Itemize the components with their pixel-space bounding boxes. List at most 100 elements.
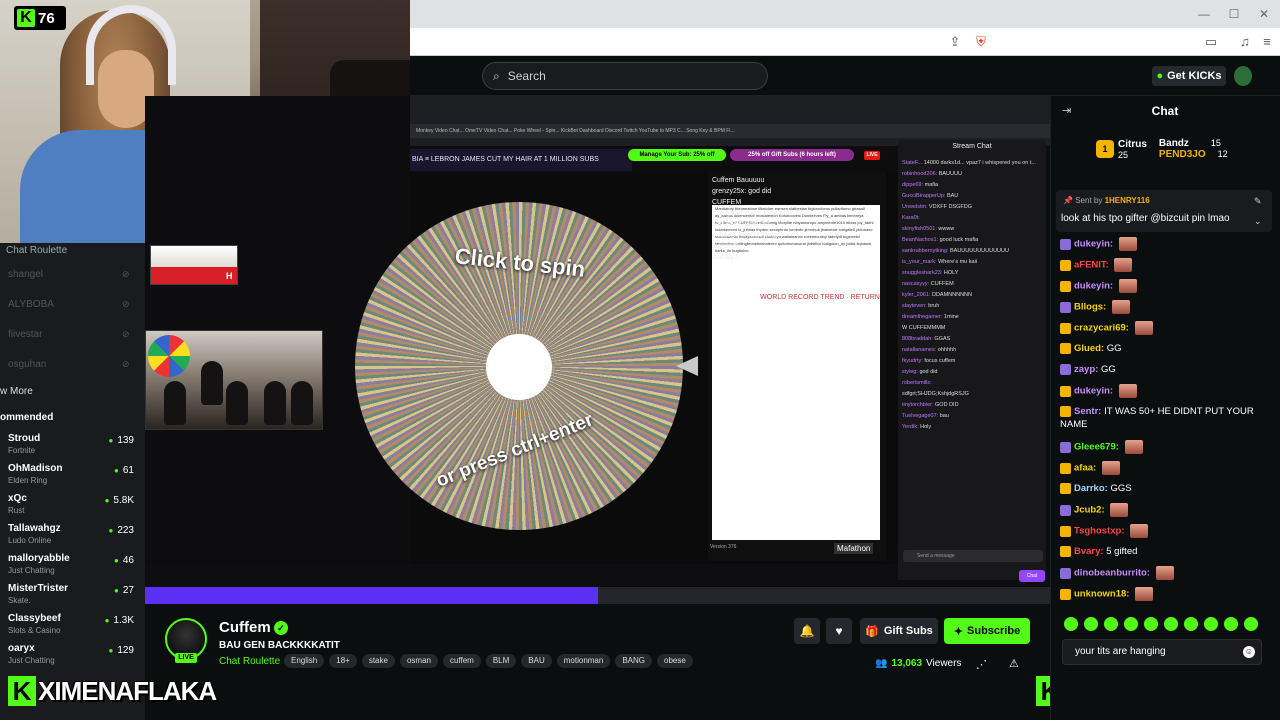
chat-username[interactable]: dukeyin: bbox=[1074, 239, 1116, 250]
get-kicks-button[interactable]: ● Get KICKs bbox=[1152, 66, 1226, 86]
inner-send-message: Send a message bbox=[903, 550, 1043, 562]
leader-first: Citrus 25 bbox=[1118, 139, 1147, 160]
chat-username[interactable]: aFENIT: bbox=[1074, 260, 1111, 271]
report-icon[interactable]: ⚠ bbox=[1009, 657, 1019, 670]
chat-username[interactable]: unknown18: bbox=[1074, 589, 1132, 600]
emote-icon[interactable] bbox=[1164, 617, 1178, 631]
inner-chat-user: slayteven: bbox=[902, 303, 929, 309]
chat-input[interactable]: your tits are hanging bbox=[1062, 639, 1262, 665]
chat-message: Glued: GG bbox=[1060, 342, 1274, 355]
tag[interactable]: motionman bbox=[556, 654, 611, 668]
sidebar-faded-item[interactable]: osguhan bbox=[8, 359, 46, 370]
brave-shield-icon[interactable]: ⛨ bbox=[972, 33, 990, 51]
emote-icon[interactable] bbox=[1104, 617, 1118, 631]
category-link[interactable]: Chat Roulette bbox=[219, 656, 280, 667]
gift-subs-button[interactable]: 🎁 Gift Subs bbox=[860, 618, 938, 644]
inner-chat-text: Holy bbox=[920, 424, 932, 430]
sidebar-channel[interactable]: oaryx Just Chatting 129 bbox=[8, 643, 138, 671]
chat-username[interactable]: Bvary: bbox=[1074, 546, 1106, 557]
tag[interactable]: cuffem bbox=[442, 654, 481, 668]
share-icon[interactable]: ⋰ bbox=[976, 658, 987, 671]
tag[interactable]: BANG bbox=[615, 654, 652, 668]
chat-username[interactable]: Jcub2: bbox=[1074, 505, 1107, 516]
chat-username[interactable]: crazycari69: bbox=[1074, 323, 1132, 334]
unpin-icon[interactable]: ✎ bbox=[1254, 196, 1262, 207]
inner-chat-user: nascasyyy: bbox=[902, 281, 931, 287]
chat-username[interactable]: Darrko: bbox=[1074, 483, 1110, 494]
inner-chat-line: Tuelvegage07: bau bbox=[902, 411, 1042, 422]
sidebar-faded-item[interactable]: shangel bbox=[8, 269, 43, 280]
sidebar-faded-item[interactable]: ALYBOBA bbox=[8, 299, 54, 310]
chevron-down-icon[interactable]: ⌄ bbox=[1254, 216, 1262, 227]
inner-chat-user: StateF... bbox=[902, 160, 924, 166]
tag[interactable]: osman bbox=[399, 654, 438, 668]
menu-icon[interactable]: ≡ bbox=[1258, 33, 1276, 51]
emote-icon[interactable] bbox=[1064, 617, 1078, 631]
notification-bell-icon[interactable]: 🔔 bbox=[794, 618, 820, 644]
inner-chat-user: BeanNachos1: bbox=[902, 237, 940, 243]
sidebar-channel[interactable]: xQc Rust 5.8K bbox=[8, 493, 138, 521]
chat-badge-icon bbox=[1060, 405, 1071, 417]
sidebar-channel[interactable]: Classybeef Slots & Casino 1.3K bbox=[8, 613, 138, 641]
emoji-picker-icon[interactable]: ☺ bbox=[1243, 646, 1255, 658]
address-bar[interactable] bbox=[410, 28, 1280, 56]
chat-username[interactable]: Tsghostxp: bbox=[1074, 526, 1127, 537]
emote-icon[interactable] bbox=[1244, 617, 1258, 631]
subscribe-button[interactable]: ✦ Subscribe bbox=[944, 618, 1030, 644]
overlay-line: frenzyy30: mom ISSEMONE! bbox=[712, 210, 803, 217]
user-avatar[interactable] bbox=[1234, 66, 1252, 86]
emote-icon[interactable] bbox=[1084, 617, 1098, 631]
sidebar-channel[interactable]: Stroud Fortnite 139 bbox=[8, 433, 138, 461]
kick-counter-badge: K 76 bbox=[14, 6, 66, 30]
channel-name[interactable]: Cuffem bbox=[219, 619, 271, 636]
sidebar-channel[interactable]: malloryabble Just Chatting 46 bbox=[8, 553, 138, 581]
inner-chat-user: Kara0t: bbox=[902, 215, 920, 221]
headset-icon bbox=[86, 5, 176, 85]
chat-username[interactable]: dukeyin: bbox=[1074, 386, 1116, 397]
maximize-icon[interactable]: ☐ bbox=[1226, 6, 1242, 22]
chat-username[interactable]: Sentr: bbox=[1074, 406, 1104, 417]
share-page-icon[interactable]: ⇪ bbox=[946, 33, 964, 51]
emote-icon[interactable] bbox=[1124, 617, 1138, 631]
chat-username[interactable]: Bllogs: bbox=[1074, 302, 1109, 313]
emote-icon[interactable] bbox=[1144, 617, 1158, 631]
chat-username[interactable]: afaa: bbox=[1074, 463, 1099, 474]
chat-username[interactable]: zayp: bbox=[1074, 364, 1101, 375]
search-input[interactable]: ⌕ Search bbox=[482, 62, 768, 90]
wheel-hub[interactable] bbox=[486, 334, 552, 400]
chat-badge-icon bbox=[1060, 525, 1071, 537]
tag[interactable]: stake bbox=[361, 654, 395, 668]
prize-wheel-image bbox=[148, 335, 190, 377]
tag[interactable]: obese bbox=[657, 654, 693, 668]
emote-icon[interactable] bbox=[1224, 617, 1238, 631]
chat-username[interactable]: Glued: bbox=[1074, 343, 1107, 354]
emote-icon bbox=[1124, 440, 1143, 454]
chat-username[interactable]: dukeyin: bbox=[1074, 281, 1116, 292]
kick-logo-icon: K bbox=[8, 676, 36, 706]
sidebar-toggle-icon[interactable]: ▭ bbox=[1202, 33, 1220, 51]
show-more-link[interactable]: w More bbox=[0, 386, 33, 397]
goal-subtitle: WORLD RECORD TREND · RETURN bbox=[760, 294, 880, 301]
tag[interactable]: BAU bbox=[521, 654, 552, 668]
emote-icon[interactable] bbox=[1204, 617, 1218, 631]
chat-username[interactable]: dinobeanburrito: bbox=[1074, 568, 1153, 579]
sidebar-channel[interactable]: Tallawahgz Ludo Online 223 bbox=[8, 523, 138, 551]
chat-username[interactable]: Gleee679: bbox=[1074, 442, 1122, 453]
close-window-icon[interactable]: ✕ bbox=[1256, 6, 1272, 22]
inner-chat-user: fkyudrty: bbox=[902, 358, 925, 364]
follow-heart-icon[interactable]: ♥ bbox=[826, 618, 852, 644]
emote-icon bbox=[1101, 461, 1120, 475]
sidebar-channel[interactable]: OhMadison Elden Ring 61 bbox=[8, 463, 138, 491]
tag[interactable]: English bbox=[284, 654, 325, 668]
pinned-by-user: 1HENRY116 bbox=[1104, 196, 1150, 205]
chat-badge-icon bbox=[1060, 301, 1071, 313]
sidebar-faded-item[interactable]: fiivestar bbox=[8, 329, 42, 340]
emote-icon[interactable] bbox=[1184, 617, 1198, 631]
sidebar-channel[interactable]: MisterTrister Skate. 27 bbox=[8, 583, 138, 611]
media-icon[interactable]: ♫ bbox=[1236, 33, 1254, 51]
tag[interactable]: BLM bbox=[485, 654, 517, 668]
minimize-icon[interactable]: — bbox=[1196, 6, 1212, 22]
inner-version-label: Version 376 bbox=[710, 544, 737, 550]
sidebar-channel-category: Fortnite bbox=[8, 446, 36, 455]
tag[interactable]: 18+ bbox=[329, 654, 357, 668]
